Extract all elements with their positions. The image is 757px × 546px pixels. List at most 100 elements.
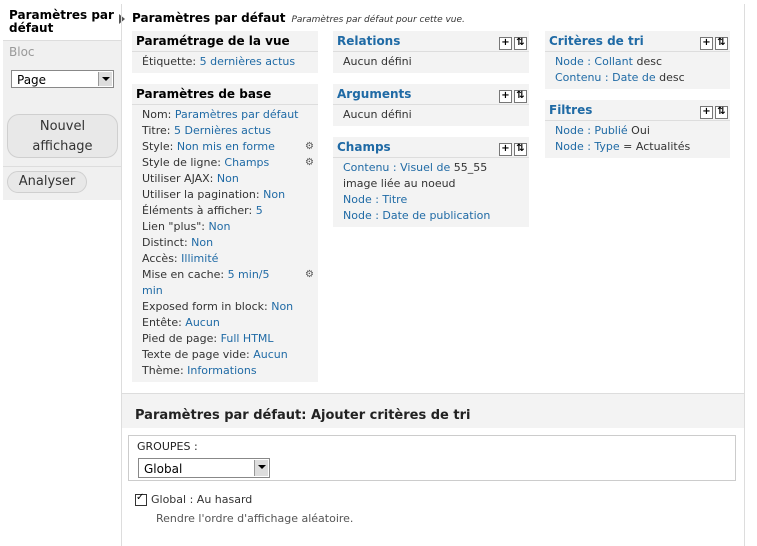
tab-default[interactable]: Paramètres par défaut: [3, 4, 125, 40]
setting-value-link[interactable]: Non: [263, 188, 285, 201]
setting-value-link[interactable]: Non: [271, 300, 293, 313]
setting-value-link[interactable]: 5 Dernières actus: [174, 124, 271, 137]
basic-settings-title: Paramètres de base: [132, 84, 318, 105]
setting-value-link[interactable]: Paramètres par défaut: [175, 108, 299, 121]
filters-header: Filtres + ⇅: [545, 100, 730, 121]
view-settings-body: Étiquette: 5 dernières actus: [132, 52, 318, 72]
add-icon[interactable]: +: [700, 106, 713, 119]
gear-icon[interactable]: ⚙: [305, 267, 314, 283]
fields-body: Contenu : Visuel de 55_55 image liée au …: [333, 158, 529, 226]
setting-row: Mise en cache: 5 min/5 min ⚙: [142, 267, 318, 299]
relations-title[interactable]: Relations: [337, 34, 400, 48]
filter-value: = Actualités: [619, 140, 691, 153]
fields-header: Champs + ⇅: [333, 137, 529, 158]
field-link-date[interactable]: Node : Date de publication: [343, 209, 490, 222]
filters-title[interactable]: Filtres: [549, 103, 592, 117]
add-sort-section: Paramètres par défaut: Ajouter critères …: [122, 393, 744, 546]
setting-key: Mise en cache:: [142, 268, 225, 281]
setting-key: Entête:: [142, 316, 182, 329]
setting-value-link[interactable]: Informations: [187, 364, 256, 377]
arguments-empty: Aucun défini: [343, 108, 412, 121]
setting-row: Style de ligne: Champs ⚙: [142, 155, 318, 171]
sort-criteria-box: Critères de tri + ⇅ Node : Collant desc C…: [545, 31, 730, 89]
field-link-visuel[interactable]: Contenu : Visuel de: [343, 161, 450, 174]
basic-settings-body: Nom: Paramètres par défaut Titre: 5 Derni…: [132, 105, 318, 381]
setting-row: Utiliser AJAX: Non: [142, 171, 318, 187]
add-icon[interactable]: +: [700, 37, 713, 50]
tab-bloc[interactable]: Bloc: [3, 40, 122, 66]
field-link-titre[interactable]: Node : Titre: [343, 193, 407, 206]
page-subtitle: Paramètres par défaut pour cette vue.: [291, 15, 465, 25]
setting-key: Titre:: [142, 124, 171, 137]
rearrange-icon[interactable]: ⇅: [514, 143, 527, 156]
rearrange-icon[interactable]: ⇅: [715, 106, 728, 119]
sort-order: desc: [655, 71, 685, 84]
filters-body: Node : Publié Oui Node : Type = Actualit…: [545, 121, 730, 157]
random-sort-option[interactable]: Global : Au hasard: [135, 492, 253, 506]
setting-key: Accès:: [142, 252, 178, 265]
display-type-select[interactable]: Page: [11, 70, 114, 88]
setting-value-link[interactable]: Non: [217, 172, 239, 185]
setting-row: Nom: Paramètres par défaut: [142, 107, 318, 123]
view-settings-title: Paramétrage de la vue: [132, 31, 318, 52]
analyse-wrapper: Analyser: [3, 166, 122, 200]
rearrange-icon[interactable]: ⇅: [715, 37, 728, 50]
random-sort-description: Rendre l'ordre d'affichage aléatoire.: [156, 512, 354, 525]
groups-select[interactable]: Global: [138, 458, 270, 478]
rearrange-icon[interactable]: ⇅: [514, 37, 527, 50]
random-sort-checkbox[interactable]: [135, 492, 147, 506]
rearrange-icon[interactable]: ⇅: [514, 90, 527, 103]
sort-link-date[interactable]: Contenu : Date de: [555, 71, 656, 84]
setting-key: Distinct:: [142, 236, 188, 249]
relations-empty: Aucun défini: [343, 55, 412, 68]
groups-fieldset: GROUPES : Global: [128, 435, 736, 481]
groups-select-value: Global: [144, 462, 183, 476]
analyse-button[interactable]: Analyser: [7, 171, 87, 193]
setting-key: Utiliser la pagination:: [142, 188, 260, 201]
sort-criteria-header: Critères de tri + ⇅: [545, 31, 730, 52]
setting-key: Style:: [142, 140, 174, 153]
setting-value-link[interactable]: Champs: [224, 156, 269, 169]
setting-row: Lien "plus": Non: [142, 219, 318, 235]
setting-value-link[interactable]: Non: [191, 236, 213, 249]
sort-link-collant[interactable]: Node : Collant: [555, 55, 633, 68]
gear-icon[interactable]: ⚙: [305, 155, 314, 171]
add-icon[interactable]: +: [499, 90, 512, 103]
filter-link-type[interactable]: Node : Type: [555, 140, 620, 153]
setting-value-link[interactable]: Non mis en forme: [177, 140, 275, 153]
relations-box: Relations + ⇅ Aucun défini: [333, 31, 529, 73]
setting-value-link[interactable]: 5 min/5: [228, 268, 270, 281]
chevron-down-icon: [98, 72, 112, 86]
groups-label: GROUPES :: [137, 440, 198, 453]
setting-value-link[interactable]: Non: [209, 220, 231, 233]
setting-value-link[interactable]: Full HTML: [221, 332, 274, 345]
setting-value-link[interactable]: Illimité: [181, 252, 218, 265]
fields-title[interactable]: Champs: [337, 140, 391, 154]
tab-default-label: Paramètres par défaut: [9, 8, 114, 35]
gear-icon[interactable]: ⚙: [305, 139, 314, 155]
basic-settings-box: Paramètres de base Nom: Paramètres par d…: [132, 84, 318, 382]
display-type-value: Page: [17, 73, 47, 87]
setting-value-link[interactable]: Aucun: [253, 348, 288, 361]
filter-link-publie[interactable]: Node : Publié: [555, 124, 628, 137]
main-panel: Paramètres par défaut Paramètres par défa…: [121, 4, 745, 546]
fields-box: Champs + ⇅ Contenu : Visuel de 55_55 imag…: [333, 137, 529, 227]
setting-value-link[interactable]: 5: [256, 204, 263, 217]
relations-header: Relations + ⇅: [333, 31, 529, 52]
random-sort-label: Global : Au hasard: [151, 493, 253, 506]
field-suffix: 55_55: [450, 161, 488, 174]
setting-value-link[interactable]: Aucun: [185, 316, 220, 329]
page-header: Paramètres par défaut Paramètres par défa…: [132, 11, 465, 25]
setting-row: Utiliser la pagination: Non: [142, 187, 318, 203]
display-tabs: Paramètres par défaut Bloc Page Nouvel a…: [3, 4, 125, 200]
setting-row: Distinct: Non: [142, 235, 318, 251]
add-display-button[interactable]: Nouvel affichage: [7, 114, 118, 158]
add-icon[interactable]: +: [499, 143, 512, 156]
add-icon[interactable]: +: [499, 37, 512, 50]
sort-criteria-title[interactable]: Critères de tri: [549, 34, 644, 48]
setting-row: Accès: Illimité: [142, 251, 318, 267]
setting-value-link[interactable]: min: [142, 284, 163, 297]
arguments-title[interactable]: Arguments: [337, 87, 411, 101]
label-link[interactable]: 5 dernières actus: [200, 55, 295, 68]
add-display-wrapper: Nouvel affichage: [3, 110, 122, 166]
